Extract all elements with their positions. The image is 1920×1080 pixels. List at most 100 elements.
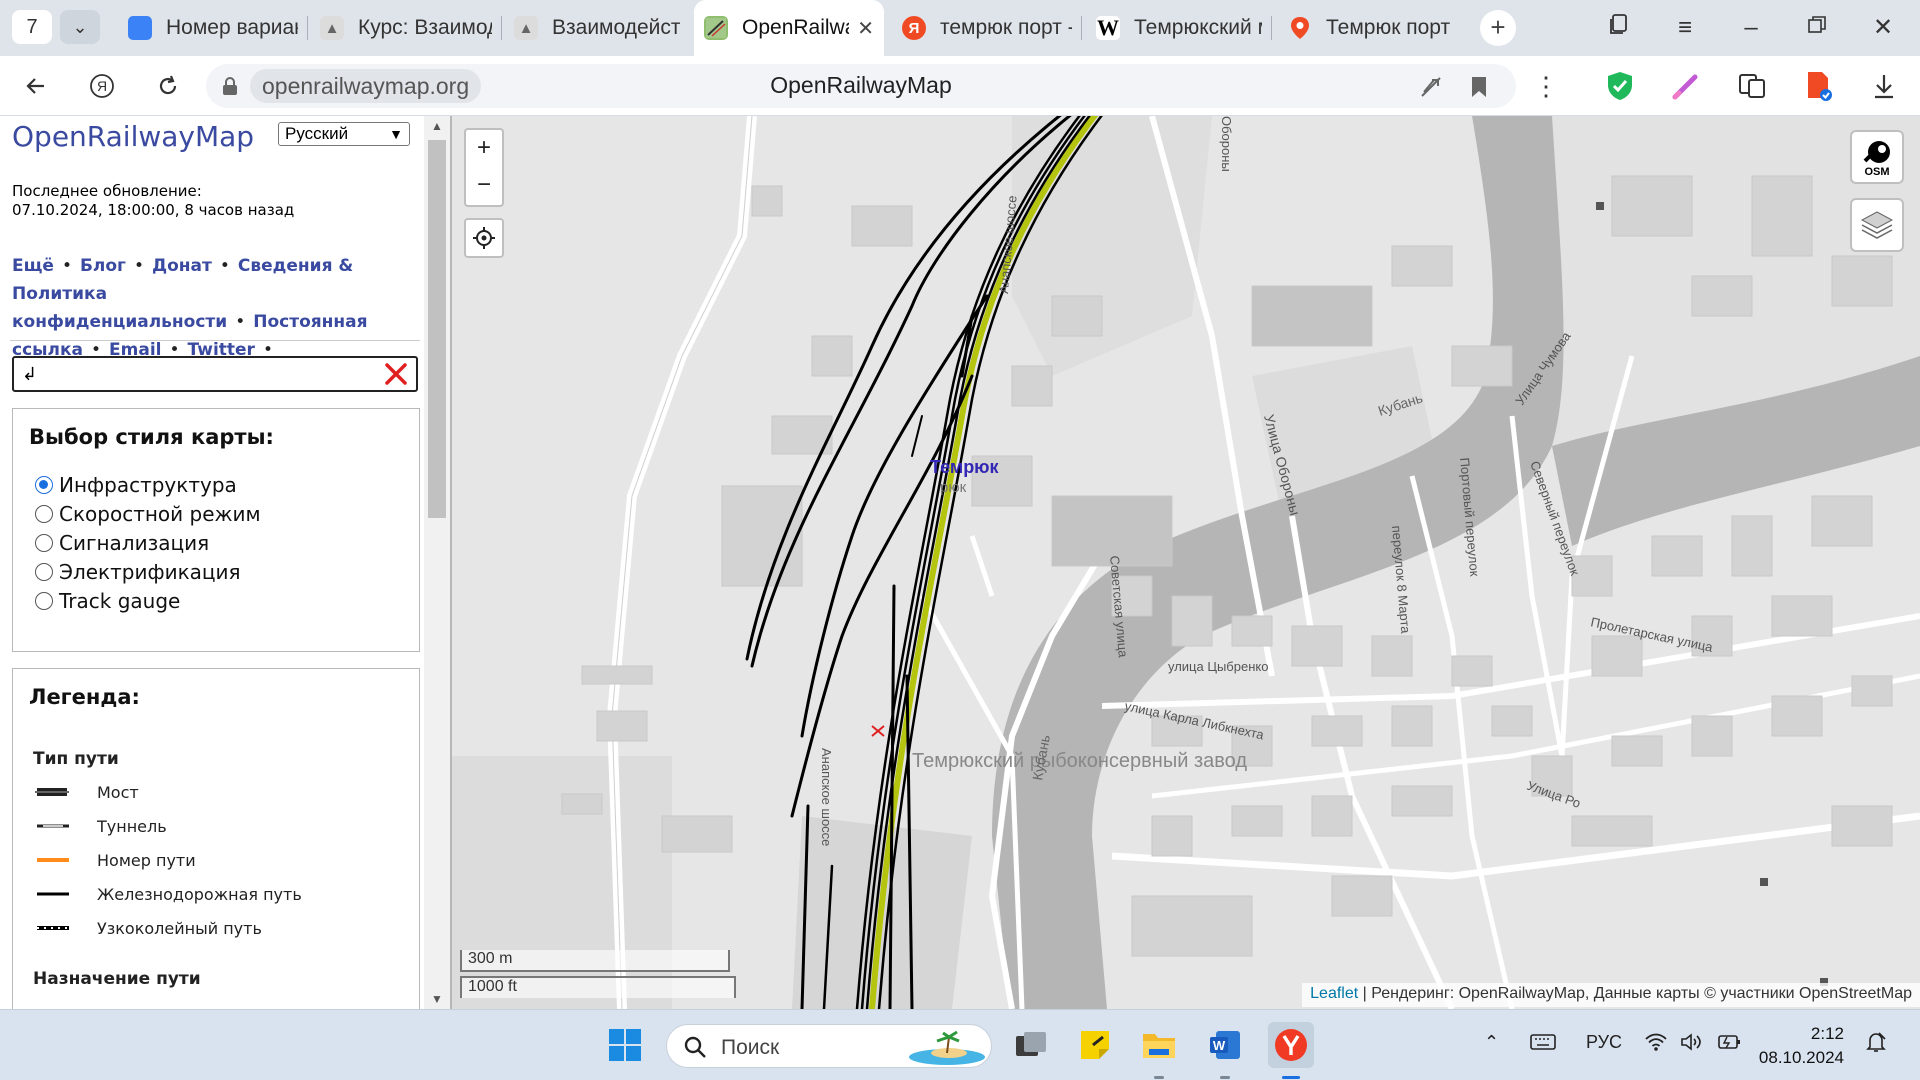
leaflet-link[interactable]: Leaflet: [1310, 985, 1358, 1002]
tunnel-symbol-icon: [33, 815, 97, 837]
legend-heading: Легенда:: [29, 685, 140, 709]
close-window-icon[interactable]: ✕: [1858, 8, 1908, 48]
battery-icon[interactable]: [1716, 1032, 1742, 1057]
attribution-text: | Рендеринг: OpenRailwayMap, Данные карт…: [1362, 985, 1912, 1002]
input-language[interactable]: РУС: [1586, 1032, 1622, 1053]
new-tab-button[interactable]: +: [1480, 10, 1516, 46]
zoom-out-button[interactable]: −: [464, 167, 504, 207]
radio-icon[interactable]: [35, 563, 53, 581]
style-option-infrastructure[interactable]: Инфраструктура: [35, 472, 237, 498]
svg-text:W: W: [1213, 1038, 1226, 1053]
language-select[interactable]: Русский ▼: [278, 122, 410, 146]
clear-search-icon[interactable]: [384, 362, 408, 386]
task-view-icon[interactable]: [1008, 1022, 1054, 1068]
back-arrow-icon[interactable]: [16, 66, 56, 106]
url-domain[interactable]: openrailwaymap.org: [250, 69, 482, 103]
poi-marker-icon: [1760, 878, 1768, 886]
style-option-gauge[interactable]: Track gauge: [35, 588, 180, 614]
search-icon: [684, 1036, 706, 1058]
clock-time[interactable]: 2:12: [1764, 1024, 1844, 1044]
osm-layer-button[interactable]: OSM: [1850, 130, 1904, 184]
style-option-electrification[interactable]: Электрификация: [35, 559, 241, 585]
sticky-notes-icon[interactable]: [1072, 1022, 1118, 1068]
bridge-symbol-icon: [33, 781, 97, 803]
map-canvas[interactable]: Темрюк рюк Темрюкский рыбоконсервный зав…: [452, 116, 1920, 1009]
tab-label: темрюк порт -: [940, 16, 1072, 39]
tab-label: Темрюкский м: [1134, 16, 1262, 39]
map-tiles[interactable]: [452, 116, 1920, 1009]
sidebar-scrollbar[interactable]: ▲ ▼: [424, 116, 450, 1009]
translate-extension-icon[interactable]: [1732, 66, 1772, 106]
lock-icon[interactable]: [216, 72, 244, 100]
tab-7[interactable]: Темрюк порт: [1278, 8, 1468, 48]
locate-crosshair-icon[interactable]: [464, 218, 504, 258]
more-vert-icon[interactable]: ⋮: [1526, 66, 1566, 106]
chevron-up-icon[interactable]: ⌃: [1484, 1032, 1499, 1053]
wifi-icon[interactable]: [1644, 1032, 1668, 1057]
wikipedia-icon: W: [1096, 15, 1120, 40]
link-donate[interactable]: Донат: [152, 256, 212, 276]
tab-count-button[interactable]: 7: [12, 10, 52, 44]
link-blog[interactable]: Блог: [80, 256, 126, 276]
legend-label: Узкоколейный путь: [97, 918, 262, 938]
pdf-extension-icon[interactable]: [1798, 66, 1838, 106]
tab-6[interactable]: W Темрюкский м: [1086, 8, 1272, 48]
radio-checked-icon[interactable]: [35, 476, 53, 494]
map-style-heading: Выбор стиля карты:: [29, 425, 274, 449]
restore-icon[interactable]: [1792, 8, 1842, 48]
bookmark-icon[interactable]: [1462, 70, 1496, 104]
radio-icon[interactable]: [35, 534, 53, 552]
radio-icon[interactable]: [35, 505, 53, 523]
app-title[interactable]: OpenRailwayMap: [12, 120, 254, 153]
radio-icon[interactable]: [35, 592, 53, 610]
blue-square-icon: [128, 16, 152, 40]
link-more[interactable]: Ещё: [12, 256, 54, 276]
language-value: Русский: [285, 124, 349, 143]
clock-date[interactable]: 08.10.2024: [1740, 1048, 1844, 1068]
file-explorer-icon[interactable]: [1136, 1022, 1182, 1068]
scrollbar-thumb[interactable]: [428, 140, 446, 518]
menu-icon[interactable]: ≡: [1660, 8, 1710, 48]
tab-5[interactable]: Я темрюк порт -: [892, 8, 1082, 48]
yandex-browser-icon[interactable]: [1268, 1022, 1314, 1068]
tab-label: OpenRailwa: [742, 16, 850, 39]
word-icon[interactable]: W: [1202, 1022, 1248, 1068]
tab-openrailwaymap-active[interactable]: OpenRailwa ✕: [694, 0, 884, 56]
pen-extension-icon[interactable]: [1666, 66, 1706, 106]
windows-start-icon[interactable]: [602, 1022, 648, 1068]
scroll-up-icon[interactable]: ▲: [424, 116, 450, 136]
close-tab-icon[interactable]: ✕: [857, 16, 874, 41]
poi-marker-icon: [1596, 202, 1604, 210]
zoom-in-button[interactable]: +: [464, 128, 504, 168]
reload-icon[interactable]: [148, 66, 188, 106]
layers-icon[interactable]: [1850, 198, 1904, 252]
sidebar-links: Ещё • Блог • Донат • Сведения & Политика конфи…: [12, 256, 368, 360]
scale-imperial: 1000 ft: [460, 976, 736, 998]
keyboard-icon[interactable]: [1530, 1032, 1556, 1057]
protect-shield-icon[interactable]: [1600, 66, 1640, 106]
tab-3[interactable]: ▲ Взаимодействи: [504, 8, 690, 48]
volume-icon[interactable]: [1680, 1032, 1704, 1057]
taskbar-search[interactable]: Поиск: [666, 1024, 992, 1068]
yandex-icon: Я: [902, 16, 926, 40]
download-icon[interactable]: [1864, 66, 1904, 106]
address-bar[interactable]: openrailwaymap.org OpenRailwayMap: [206, 64, 1516, 108]
collections-icon[interactable]: [1594, 8, 1644, 48]
style-option-signals[interactable]: Сигнализация: [35, 530, 209, 556]
style-option-maxspeed[interactable]: Скоростной режим: [35, 501, 261, 527]
tab-1[interactable]: Номер вариант: [118, 8, 308, 48]
minimize-icon[interactable]: –: [1726, 8, 1776, 48]
legend-track-usage-heading: Назначение пути: [33, 969, 201, 989]
moodle-hat-icon: ▲: [514, 16, 538, 40]
tab-2[interactable]: ▲ Курс: Взаимод: [310, 8, 502, 48]
tab-list-chevron-icon[interactable]: ⌄: [60, 10, 100, 44]
yandex-home-icon[interactable]: Я: [82, 66, 122, 106]
legend-item-railway: Железнодорожная путь: [33, 883, 302, 905]
last-update-label: Последнее обновление:: [12, 182, 202, 200]
no-translate-icon[interactable]: [1414, 70, 1448, 104]
notification-bell-icon[interactable]: [1864, 1030, 1888, 1059]
search-input[interactable]: ↲: [12, 356, 418, 392]
style-option-label: Инфраструктура: [59, 473, 237, 497]
scroll-down-icon[interactable]: ▼: [424, 989, 450, 1009]
tab-label: Взаимодействи: [552, 16, 680, 39]
